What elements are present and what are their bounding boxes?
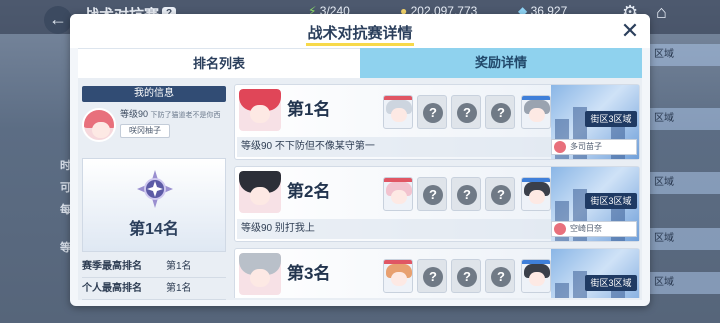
modal-header: 战术对抗赛详情 ✕ (70, 14, 650, 48)
question-icon: ? (457, 103, 477, 123)
student-portrait (383, 95, 413, 129)
close-icon: ✕ (620, 18, 640, 43)
student-portrait (521, 259, 551, 293)
my-rank-box: 第14名 (82, 158, 226, 252)
personal-best-rank-row: 个人最高排名 第1名 (82, 278, 226, 300)
stat-label: 赛季最高排名 (82, 261, 142, 272)
avatar (239, 171, 281, 213)
entry-rank: 第2名 (287, 182, 331, 201)
stat-value: 第1名 (166, 261, 192, 272)
empty-slot: ? (485, 95, 515, 129)
modal-title: 战术对抗赛详情 (307, 25, 413, 42)
rank-emblem-icon (137, 170, 173, 208)
zone-label: 街区3区域 (585, 111, 637, 127)
question-icon: ? (457, 267, 477, 287)
background-zone-tab: 区域 (648, 108, 720, 130)
background-zone-tab: 区域 (648, 228, 720, 250)
tab-reward-details[interactable]: 奖励详情 (360, 48, 642, 78)
season-best-rank-row: 赛季最高排名 第1名 (82, 256, 226, 278)
avatar (82, 108, 116, 142)
title-underline (306, 43, 414, 46)
ranking-entry[interactable]: 第3名??? 街区3区域 (234, 248, 640, 298)
entry-rank: 第1名 (287, 100, 331, 119)
avatar (554, 141, 566, 153)
question-icon: ? (423, 103, 443, 123)
avatar (239, 253, 281, 295)
empty-slot: ? (451, 177, 481, 211)
stat-label: 个人最高排名 (82, 283, 142, 294)
question-icon: ? (423, 185, 443, 205)
partner-name-plate: 空崎日奈 (551, 221, 637, 237)
empty-slot: ? (417, 259, 447, 293)
ranking-entry[interactable]: 第2名??? 等级90 别打我上 街区3区域空崎日奈 (234, 166, 640, 242)
close-button[interactable]: ✕ (618, 19, 642, 43)
my-info-header: 我的信息 (82, 86, 226, 102)
match-details-modal: 战术对抗赛详情 ✕ 排名列表 奖励详情 我的信息 等级90 下防了猫道老不是你西… (70, 14, 650, 306)
my-rank: 第14名 (129, 221, 179, 238)
zone-label: 街区3区域 (585, 193, 637, 209)
background-zone-tab: 区域 (648, 172, 720, 194)
entry-level-comment: 等级90 不下防但不像某守第一 (237, 137, 551, 157)
zone-banner: 街区3区域 (551, 249, 639, 298)
home-icon[interactable]: ⌂ (656, 2, 682, 28)
zone-label: 街区3区域 (585, 275, 637, 291)
empty-slot: ? (485, 177, 515, 211)
partner-name-plate: 多司苗子 (551, 139, 637, 155)
modal-content: 我的信息 等级90 下防了猫道老不是你西 咲冈柚子 第14名 赛季最高排名 第1… (78, 78, 642, 300)
ranking-list[interactable]: 第1名??? 等级90 不下防但不像某守第一 街区3区域 多司苗子 第2名??? 等级90… (234, 84, 640, 298)
back-button[interactable]: ← (44, 6, 72, 34)
question-icon: ? (457, 185, 477, 205)
ranking-entry[interactable]: 第1名??? 等级90 不下防但不像某守第一 街区3区域多司苗子 (234, 84, 640, 160)
background-zone-tab: 区域 (648, 272, 720, 294)
my-comment: 下防了猫道老不是你西 (150, 112, 221, 119)
question-icon: ? (491, 103, 511, 123)
entry-level-comment: 等级90 别打我上 (237, 219, 551, 239)
empty-slot: ? (417, 95, 447, 129)
partner-name: 多司苗子 (570, 142, 602, 151)
back-arrow-icon: ← (49, 9, 67, 29)
my-profile-card: 等级90 下防了猫道老不是你西 咲冈柚子 (82, 108, 226, 148)
my-profile-text: 等级90 下防了猫道老不是你西 咲冈柚子 (120, 108, 221, 148)
entry-rank: 第3名 (287, 264, 331, 283)
student-portrait (383, 177, 413, 211)
avatar (239, 89, 281, 131)
my-level: 等级90 (120, 109, 149, 119)
student-portrait (521, 177, 551, 211)
student-portrait (383, 259, 413, 293)
background-zone-tab: 区域 (648, 44, 720, 66)
stat-value: 第1名 (166, 283, 192, 294)
question-icon: ? (423, 267, 443, 287)
empty-slot: ? (451, 259, 481, 293)
empty-slot: ? (451, 95, 481, 129)
question-icon: ? (491, 267, 511, 287)
student-portrait (521, 95, 551, 129)
my-info-panel: 我的信息 等级90 下防了猫道老不是你西 咲冈柚子 第14名 赛季最高排名 第1… (82, 86, 226, 300)
my-name-plate: 咲冈柚子 (120, 124, 170, 138)
empty-slot: ? (417, 177, 447, 211)
empty-slot: ? (485, 259, 515, 293)
partner-name: 空崎日奈 (570, 224, 602, 233)
question-icon: ? (491, 185, 511, 205)
avatar (554, 223, 566, 235)
modal-tabs: 排名列表 奖励详情 (78, 48, 642, 78)
tab-ranking-list[interactable]: 排名列表 (78, 48, 360, 78)
